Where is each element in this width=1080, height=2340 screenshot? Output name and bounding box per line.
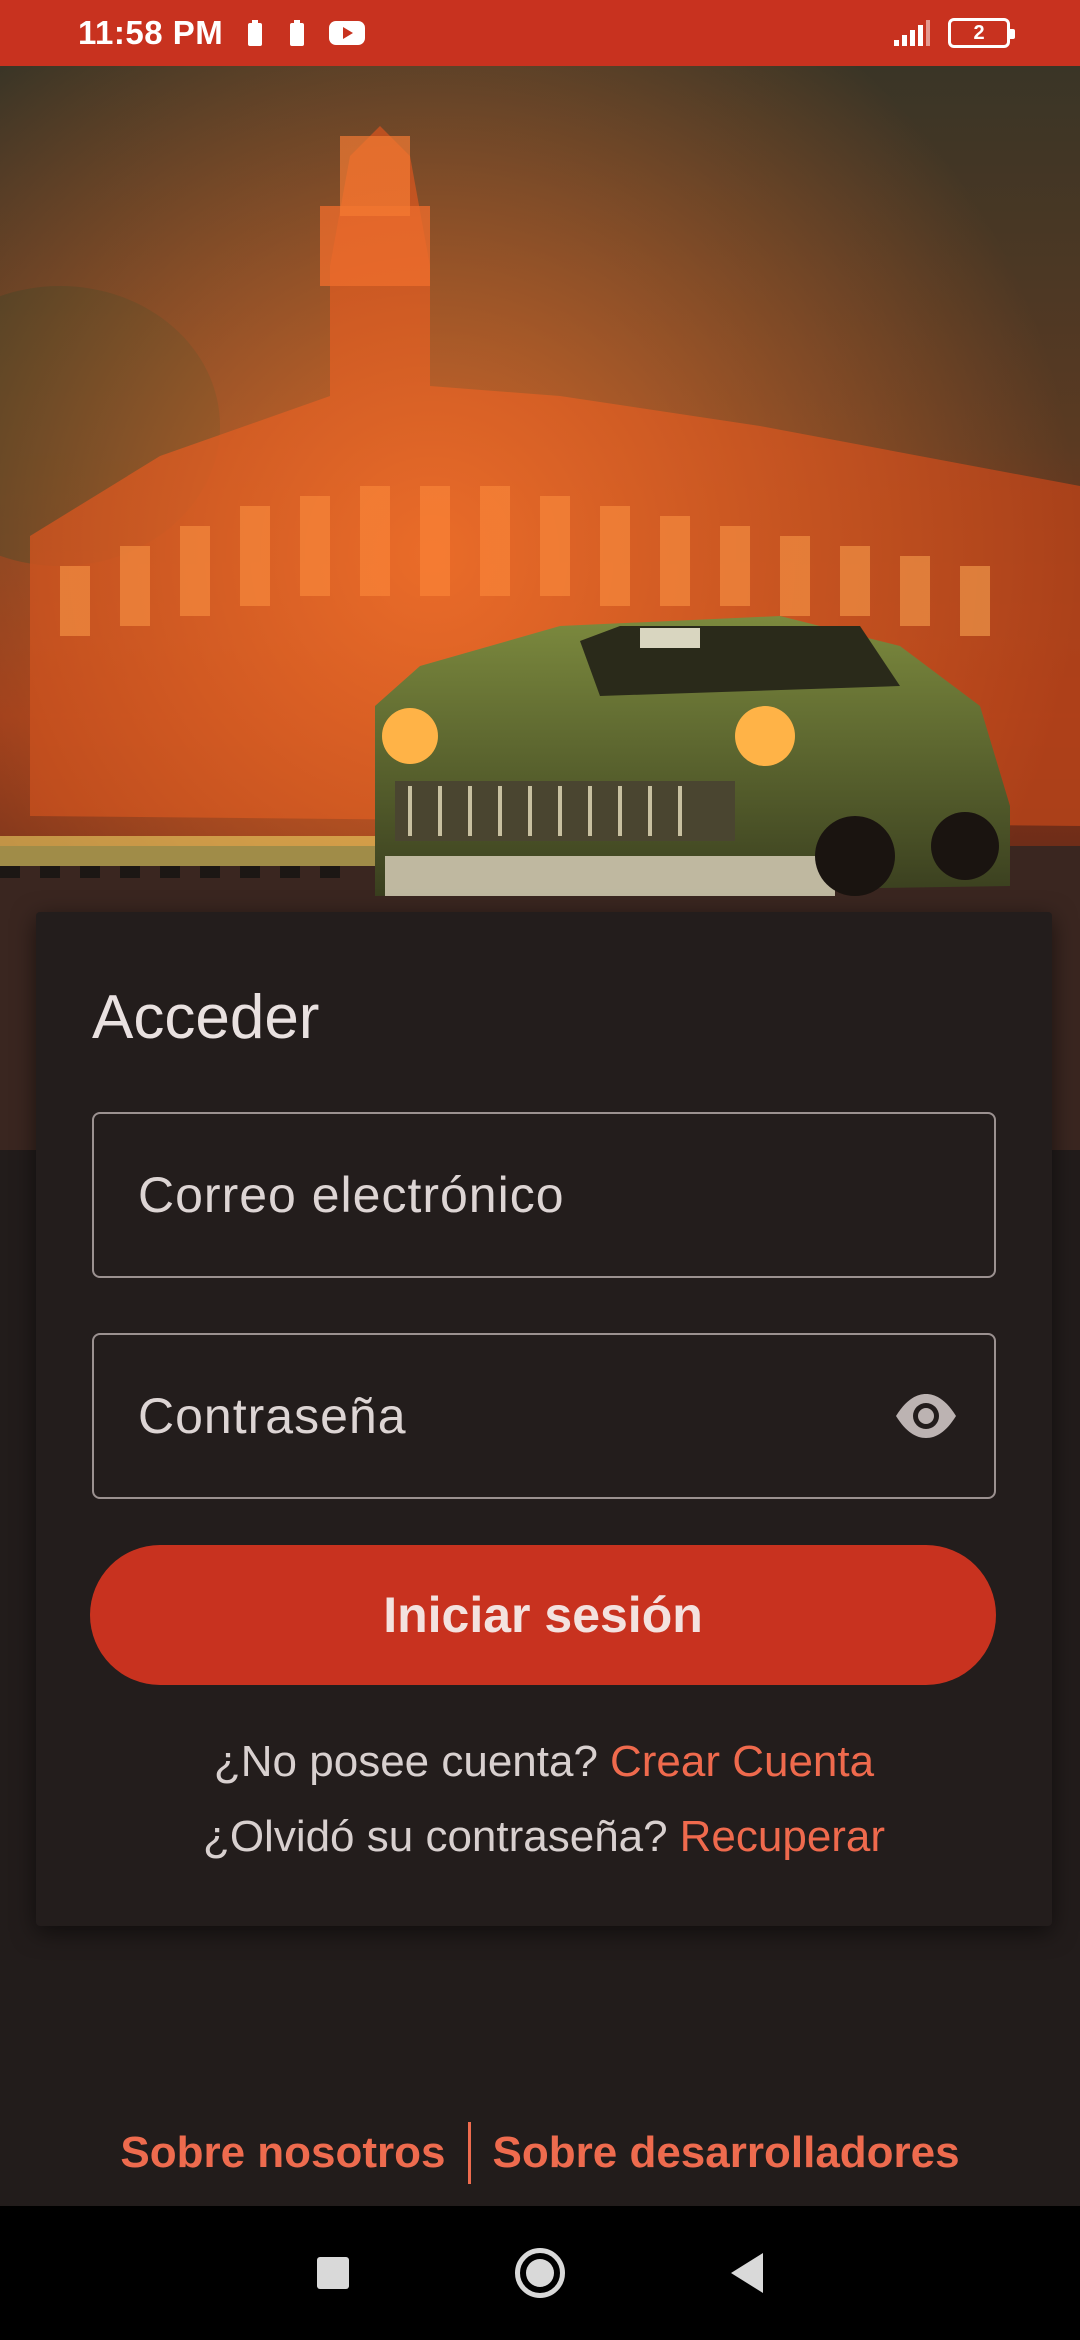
forgot-password-text: ¿Olvidó su contraseña? xyxy=(202,1812,668,1861)
taxi-car-illustration xyxy=(375,616,1010,896)
signup-row: ¿No posee cuenta? Crear Cuenta xyxy=(36,1737,1052,1787)
footer-links: Sobre nosotros Sobre desarrolladores xyxy=(0,2118,1080,2188)
system-nav-bar xyxy=(0,2206,1080,2340)
status-time: 11:58 PM xyxy=(78,14,224,51)
youtube-icon xyxy=(329,21,366,45)
login-card: Acceder Correo electrónico Contraseña In… xyxy=(36,912,1052,1926)
status-left: 11:58 PM xyxy=(78,14,366,52)
recover-link[interactable]: Recuperar xyxy=(680,1812,885,1861)
battery-level: 2 xyxy=(973,21,985,44)
recent-apps-icon[interactable] xyxy=(317,2257,349,2289)
email-field[interactable]: Correo electrónico xyxy=(92,1112,996,1278)
no-account-text: ¿No posee cuenta? xyxy=(213,1737,598,1786)
page-title: Acceder xyxy=(92,983,320,1052)
email-placeholder: Correo electrónico xyxy=(138,1167,565,1223)
battery-indicator: 2 xyxy=(948,18,1015,48)
password-placeholder: Contraseña xyxy=(138,1388,407,1444)
recover-row: ¿Olvidó su contraseña? Recuperar xyxy=(36,1812,1052,1862)
about-us-link[interactable]: Sobre nosotros xyxy=(120,2128,445,2178)
battery-icon xyxy=(248,20,263,46)
status-right: 2 xyxy=(892,18,1015,48)
about-developers-link[interactable]: Sobre desarrolladores xyxy=(493,2128,960,2178)
signal-icon xyxy=(894,20,930,46)
back-icon[interactable] xyxy=(731,2253,763,2293)
home-icon[interactable] xyxy=(515,2248,565,2298)
eye-icon[interactable] xyxy=(894,1384,958,1448)
login-button[interactable]: Iniciar sesión xyxy=(90,1545,996,1685)
status-bar: 11:58 PM 2 xyxy=(0,0,1080,66)
footer-divider xyxy=(467,2122,471,2184)
battery-icon xyxy=(290,20,305,46)
notification-icons xyxy=(245,18,366,48)
password-field[interactable]: Contraseña xyxy=(92,1333,996,1499)
create-account-link[interactable]: Crear Cuenta xyxy=(610,1737,874,1786)
